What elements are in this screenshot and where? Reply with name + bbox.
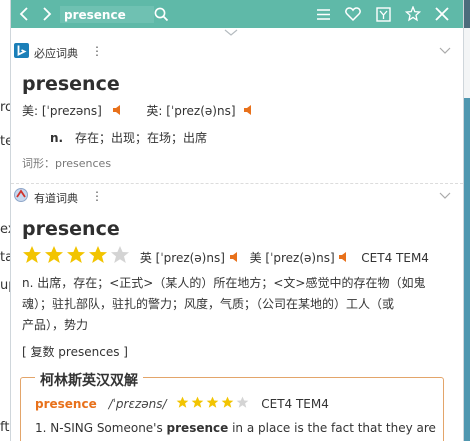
more-options-icon[interactable]: ⋮ xyxy=(91,44,103,58)
youdao-logo-icon xyxy=(13,187,29,207)
heart-icon[interactable] xyxy=(344,0,362,28)
youdao-headword: presence xyxy=(22,218,120,240)
example-suffix: in a place is the fact that they are xyxy=(228,421,436,435)
star-filled-icon xyxy=(206,396,219,414)
back-icon[interactable] xyxy=(15,0,33,28)
uk-phonetic: [ˈprez(ə)ns] xyxy=(155,251,225,265)
bing-headword: presence xyxy=(22,73,120,95)
exam-tags: CET4 TEM4 xyxy=(361,251,429,265)
uk-speaker-icon[interactable] xyxy=(229,248,240,270)
star-filled-icon xyxy=(88,245,108,272)
star-filled-icon xyxy=(191,396,204,414)
youdao-section-header[interactable]: 有道词典 ⋮ xyxy=(11,186,463,206)
collins-example: 1. N-SING Someone's presence in a place … xyxy=(35,421,436,435)
us-label: 美 xyxy=(249,251,262,265)
chevron-down-icon[interactable] xyxy=(439,47,451,55)
example-prefix: 1. N-SING Someone's xyxy=(35,421,167,435)
part-of-speech: n. xyxy=(50,131,64,145)
star-filled-icon xyxy=(22,245,42,272)
collins-section-title: 柯林斯英汉双解 xyxy=(35,370,143,390)
toolbar xyxy=(11,0,463,28)
section-divider xyxy=(11,183,463,185)
us-speaker-icon[interactable] xyxy=(112,104,123,119)
uk-phonetic: [ˈprez(ə)ns] xyxy=(166,104,236,118)
exam-tags: CET4 TEM4 xyxy=(261,397,329,411)
star-filled-icon xyxy=(176,396,189,414)
star-filled-icon xyxy=(66,245,86,272)
us-phonetic: [ˈprezəns] xyxy=(41,104,102,118)
uk-label: 英 xyxy=(139,251,152,265)
collins-header-row: presence /ˈprɛzəns/ CET4 TEM4 xyxy=(35,395,329,414)
background-text-fragment: ft xyxy=(0,420,10,435)
us-speaker-icon[interactable] xyxy=(338,248,349,270)
collins-phonetic: /ˈprɛzəns/ xyxy=(108,397,167,411)
plural-form: [ 复数 presences ] xyxy=(22,345,128,359)
youdao-definition: n. 出席，存在；<正式>（某人的）所在地方；<文>感觉中的存在物（如鬼 魂）；… xyxy=(22,273,452,336)
bing-section-title: 必应词典 xyxy=(34,47,78,60)
forward-icon[interactable] xyxy=(38,0,56,28)
definition-line: 产品），势力 xyxy=(22,318,89,332)
collins-headword: presence xyxy=(35,397,97,411)
close-icon[interactable] xyxy=(433,0,451,28)
youdao-dictionary-section: 有道词典 ⋮ presence 英 [ˈprez(ə)ns] 美 [ˈprez(… xyxy=(11,186,463,366)
us-label: 美: xyxy=(22,104,39,118)
anki-icon[interactable] xyxy=(374,0,392,28)
bing-definition: n. 存在；出现；在场；出席 xyxy=(50,129,207,146)
us-phonetic: [ˈprez(ə)ns] xyxy=(265,251,335,265)
dictionary-popup: 必应词典 ⋮ presence 美: [ˈprezəns] 英: [ˈprez(… xyxy=(10,0,464,441)
chevron-down-icon[interactable] xyxy=(439,192,451,200)
youdao-meta-row: 英 [ˈprez(ə)ns] 美 [ˈprez(ə)ns] CET4 TEM4 xyxy=(22,245,429,272)
star-rating xyxy=(22,246,132,265)
definition-line: n. 出席，存在；<正式>（某人的）所在地方；<文>感觉中的存在物（如鬼 xyxy=(22,276,426,290)
collapse-chevron-icon[interactable] xyxy=(224,29,238,37)
search-input[interactable] xyxy=(60,6,154,23)
pin-icon[interactable] xyxy=(404,0,422,28)
star-rating xyxy=(176,396,251,414)
bing-dictionary-section: 必应词典 ⋮ presence 美: [ˈprezəns] 英: [ˈprez(… xyxy=(11,41,463,181)
star-filled-icon xyxy=(221,396,234,414)
more-options-icon[interactable]: ⋮ xyxy=(91,189,103,203)
bing-word-forms: 词形：presences xyxy=(22,157,112,170)
search-icon[interactable] xyxy=(152,0,170,28)
star-empty-icon xyxy=(110,245,130,272)
definition-line: 魂）；驻扎部队，驻扎的警力；风度，气质；（公司在某地的）工人（或 xyxy=(22,297,395,311)
star-empty-icon xyxy=(236,396,249,414)
menu-icon[interactable] xyxy=(314,0,332,28)
uk-label: 英: xyxy=(146,104,163,118)
bing-section-header[interactable]: 必应词典 ⋮ xyxy=(11,41,463,61)
youdao-section-title: 有道词典 xyxy=(34,192,78,205)
uk-speaker-icon[interactable] xyxy=(243,104,254,119)
bing-logo-icon xyxy=(14,43,29,62)
bing-phonetics: 美: [ˈprezəns] 英: [ˈprez(ə)ns] xyxy=(22,102,254,119)
example-keyword: presence xyxy=(166,421,229,435)
star-filled-icon xyxy=(44,245,64,272)
definition-text: 存在；出现；在场；出席 xyxy=(74,131,207,145)
